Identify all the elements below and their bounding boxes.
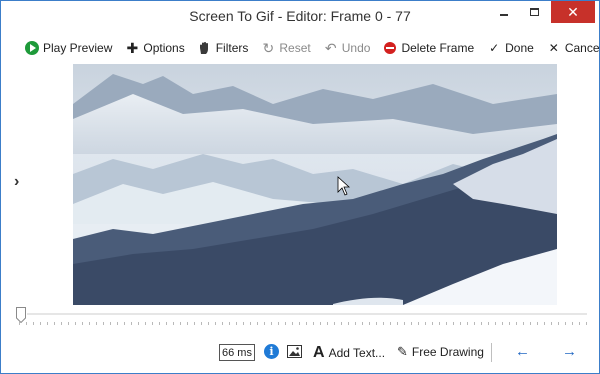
text-icon: A: [313, 344, 325, 361]
info-icon[interactable]: i: [264, 344, 279, 359]
pen-icon: ✎: [397, 344, 408, 359]
hand-icon: [198, 41, 212, 55]
maximize-button[interactable]: [521, 1, 547, 23]
delete-frame-button[interactable]: Delete Frame: [383, 41, 474, 55]
title-bar: Screen To Gif - Editor: Frame 0 - 77 ✕: [1, 1, 599, 31]
cancel-label: Cancel: [564, 41, 600, 55]
filters-button[interactable]: Filters: [198, 41, 249, 55]
close-window-button[interactable]: ✕: [551, 1, 595, 23]
reset-icon: ↻: [262, 40, 275, 56]
undo-button[interactable]: ↶ Undo: [324, 41, 371, 55]
cancel-button[interactable]: ✕ Cancel: [547, 41, 600, 55]
play-preview-button[interactable]: Play Preview: [25, 41, 112, 55]
bottom-bar: 66 ms i A Add Text... ✎ Free Drawing ← →: [1, 339, 599, 367]
play-preview-label: Play Preview: [43, 41, 113, 55]
close-icon: ✕: [567, 3, 579, 20]
minimize-button[interactable]: [491, 1, 517, 23]
reset-button[interactable]: ↻ Reset: [261, 40, 311, 56]
frame-delay-field[interactable]: 66 ms: [219, 344, 255, 361]
undo-label: Undo: [341, 41, 371, 55]
editor-window: Screen To Gif - Editor: Frame 0 - 77 ✕ P…: [0, 0, 600, 374]
slider-thumb[interactable]: [16, 307, 26, 324]
done-button[interactable]: ✓ Done: [487, 41, 534, 55]
add-text-label: Add Text...: [328, 346, 386, 360]
options-button[interactable]: ✚ Options: [125, 41, 184, 55]
add-text-button[interactable]: A Add Text...: [313, 344, 385, 362]
filters-label: Filters: [215, 41, 249, 55]
free-drawing-label: Free Drawing: [411, 345, 484, 359]
divider: [491, 343, 492, 362]
slider-track: [27, 313, 587, 315]
chevron-right-icon[interactable]: ›: [14, 173, 19, 191]
done-label: Done: [505, 41, 534, 55]
close-icon: ✕: [548, 41, 559, 55]
slider-ticks: [19, 322, 587, 325]
arrow-left-icon[interactable]: ←: [515, 343, 530, 360]
plus-icon: ✚: [126, 40, 139, 56]
delete-icon: [383, 41, 397, 55]
reset-label: Reset: [279, 41, 311, 55]
frame-preview-image: [73, 64, 557, 305]
arrow-right-icon[interactable]: →: [562, 343, 577, 360]
frame-slider[interactable]: [15, 305, 587, 329]
free-drawing-button[interactable]: ✎ Free Drawing: [397, 344, 484, 360]
toolbar: Play Preview ✚ Options Filters ↻ Reset ↶…: [25, 38, 600, 58]
options-label: Options: [143, 41, 185, 55]
play-icon: [25, 41, 39, 55]
maximize-icon: [529, 8, 539, 16]
delete-frame-label: Delete Frame: [401, 41, 475, 55]
undo-icon: ↶: [324, 40, 337, 56]
minimize-icon: [500, 14, 508, 16]
check-icon: ✓: [489, 41, 500, 55]
image-icon[interactable]: [287, 345, 302, 358]
